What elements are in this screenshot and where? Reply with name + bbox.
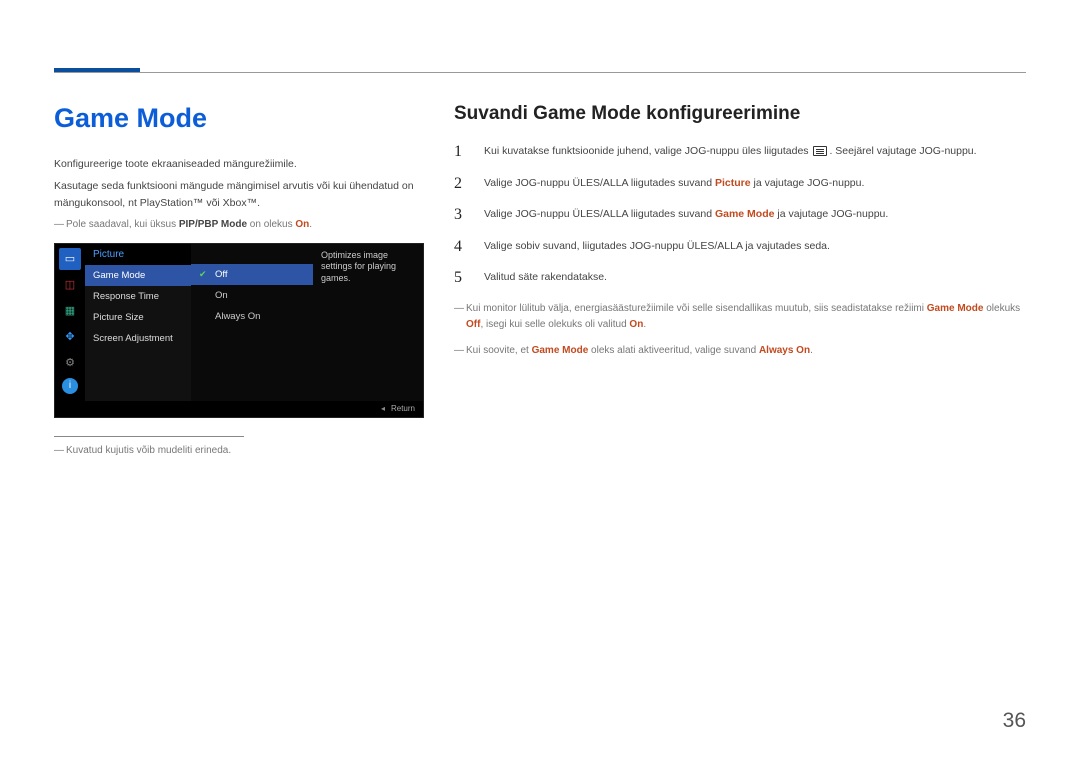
- osd-item-picture-size: Picture Size: [85, 307, 191, 328]
- page-title: Game Mode: [54, 103, 424, 134]
- section-title: Suvandi Game Mode konfigureerimine: [454, 103, 1026, 125]
- top-accent-bar: [54, 68, 140, 72]
- osd-item-game-mode: Game Mode: [85, 265, 191, 286]
- picture-icon: ▦: [59, 300, 81, 322]
- intro-paragraph-1: Konfigureerige toote ekraaniseaded mängu…: [54, 156, 424, 172]
- pip-icon: ◫: [59, 274, 81, 296]
- osd-option-on: On: [191, 285, 313, 306]
- step-3: 3 Valige JOG-nuppu ÜLES/ALLA liigutades …: [454, 206, 1026, 224]
- osd-option-always-on: Always On: [191, 306, 313, 327]
- always-on-note: Kui soovite, et Game Mode oleks alati ak…: [454, 343, 1026, 359]
- move-icon: ✥: [59, 326, 81, 348]
- osd-item-screen-adjustment: Screen Adjustment: [85, 328, 191, 349]
- step-3-text: Valige JOG-nuppu ÜLES/ALLA liigutades su…: [484, 206, 1026, 222]
- top-rule: [54, 72, 1026, 73]
- monitor-icon: ▭: [59, 248, 81, 270]
- osd-item-response-time: Response Time: [85, 286, 191, 307]
- step-1-number: 1: [454, 143, 468, 161]
- step-1: 1 Kui kuvatakse funktsioonide juhend, va…: [454, 143, 1026, 161]
- step-2-number: 2: [454, 175, 468, 193]
- step-5-text: Valitud säte rakendatakse.: [484, 269, 1026, 285]
- step-4-number: 4: [454, 238, 468, 256]
- availability-note: Pole saadaval, kui üksus PIP/PBP Mode on…: [54, 217, 424, 233]
- osd-menu: Picture Game Mode Response Time Picture …: [85, 244, 191, 401]
- power-off-note: Kui monitor lülitub välja, energiasäästu…: [454, 301, 1026, 333]
- left-column: Game Mode Konfigureerige toote ekraanise…: [54, 103, 424, 469]
- osd-option-off: Off: [191, 264, 313, 285]
- intro-paragraph-2: Kasutage seda funktsiooni mängude mängim…: [54, 178, 424, 211]
- step-4-text: Valige sobiv suvand, liigutades JOG-nupp…: [484, 238, 1026, 254]
- osd-options: Off On Always On: [191, 244, 313, 401]
- footnote-rule: [54, 436, 244, 437]
- gear-icon: ⚙: [59, 352, 81, 374]
- osd-screenshot: ▭ ◫ ▦ ✥ ⚙ i Picture Game Mode Response T…: [54, 243, 424, 418]
- osd-menu-header: Picture: [85, 244, 191, 265]
- osd-description: Optimizes image settings for playing gam…: [313, 244, 423, 401]
- page-number: 36: [1003, 709, 1026, 733]
- right-column: Suvandi Game Mode konfigureerimine 1 Kui…: [454, 103, 1026, 469]
- step-5-number: 5: [454, 269, 468, 287]
- osd-return-label: Return: [55, 401, 423, 417]
- menu-icon: [813, 146, 827, 156]
- image-disclaimer: Kuvatud kujutis võib mudeliti erineda.: [54, 443, 424, 459]
- step-4: 4 Valige sobiv suvand, liigutades JOG-nu…: [454, 238, 1026, 256]
- step-3-number: 3: [454, 206, 468, 224]
- step-5: 5 Valitud säte rakendatakse.: [454, 269, 1026, 287]
- step-2: 2 Valige JOG-nuppu ÜLES/ALLA liigutades …: [454, 175, 1026, 193]
- step-1-text: Kui kuvatakse funktsioonide juhend, vali…: [484, 143, 1026, 159]
- osd-icon-rail: ▭ ◫ ▦ ✥ ⚙ i: [55, 244, 85, 401]
- info-icon: i: [62, 378, 78, 394]
- step-2-text: Valige JOG-nuppu ÜLES/ALLA liigutades su…: [484, 175, 1026, 191]
